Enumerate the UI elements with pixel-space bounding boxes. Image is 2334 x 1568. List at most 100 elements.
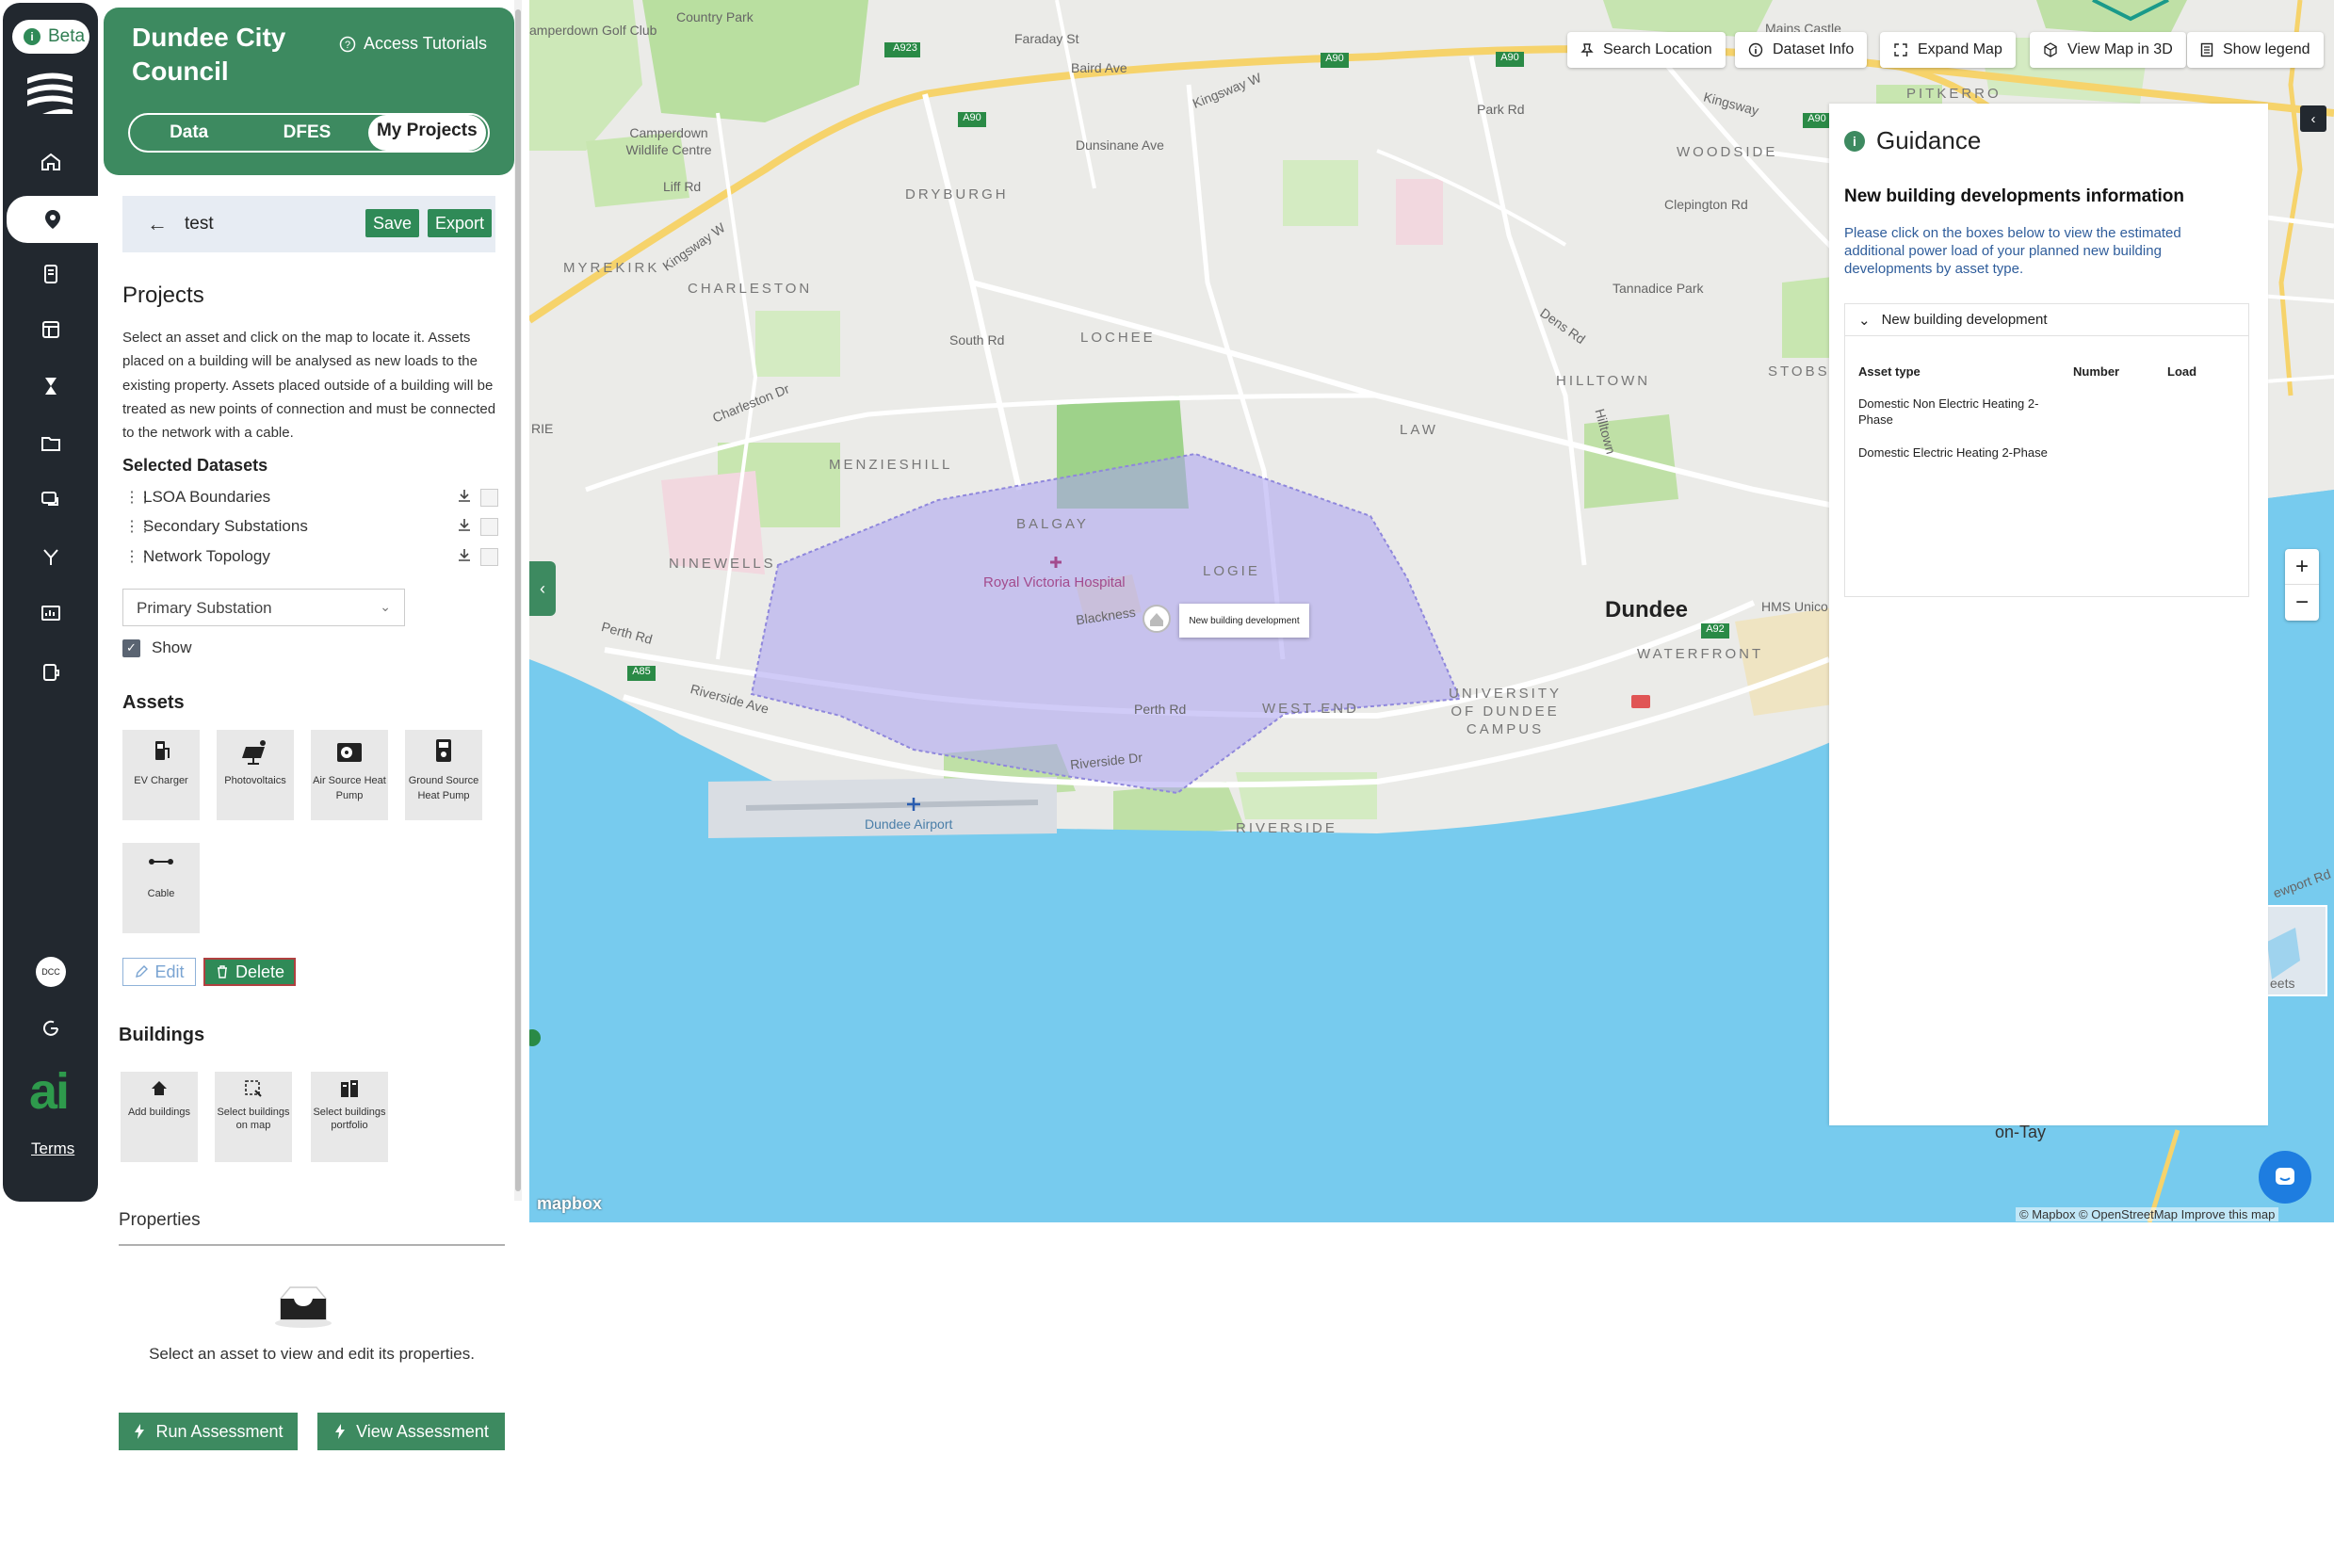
dataset-info-button[interactable]: Dataset Info	[1735, 32, 1868, 68]
map-label: on-Tay	[1995, 1123, 2047, 1141]
checkbox-checked-icon[interactable]: ✓	[122, 639, 140, 657]
road-shield: A85	[632, 666, 651, 677]
map-label: eets	[2270, 976, 2295, 991]
view-3d-button[interactable]: View Map in 3D	[2030, 32, 2186, 68]
zoom-in-button[interactable]: +	[2285, 549, 2319, 585]
asset-air-source-heat-pump[interactable]: Air Source Heat Pump	[311, 730, 388, 820]
chevron-down-icon: ⌄	[380, 599, 391, 614]
chevron-left-icon: ‹	[2310, 110, 2316, 127]
asset-type-cell: Domestic Non Electric Heating 2-Phase	[1858, 396, 2039, 427]
home-icon	[41, 153, 60, 170]
map-label: WATERFRONT	[1637, 646, 1764, 662]
nav-tools[interactable]	[3, 649, 98, 696]
panel-scrollbar[interactable]	[514, 0, 522, 1201]
map-label: NINEWELLS	[669, 556, 776, 572]
collapse-guidance-button[interactable]: ‹	[2300, 105, 2326, 132]
cable-icon	[149, 859, 173, 865]
nav-network[interactable]	[3, 533, 98, 580]
dataset-checkbox[interactable]	[480, 548, 498, 566]
asset-label: Cable	[147, 888, 175, 899]
road-shield: A923	[893, 42, 917, 54]
drag-handle-icon[interactable]: ⋮⋮	[124, 488, 153, 507]
save-button[interactable]: Save	[365, 209, 420, 237]
panel-header: Dundee City Council ? Access Tutorials D…	[104, 8, 514, 175]
toolbar-label: View Map in 3D	[2067, 41, 2173, 57]
accordion-header[interactable]: ⌄ New building development	[1845, 304, 2248, 336]
help-icon: ?	[339, 36, 356, 52]
cube-icon	[2044, 42, 2057, 57]
selected-datasets-title: Selected Datasets	[122, 456, 268, 475]
select-buildings-on-map-tile[interactable]: Select buildings on map	[215, 1072, 292, 1162]
terms-link[interactable]: Terms	[31, 1140, 74, 1158]
map-attribution[interactable]: © Mapbox © OpenStreetMap Improve this ma…	[2016, 1207, 2279, 1221]
map-pin-icon	[44, 210, 60, 229]
map-label: BALGAY	[1016, 516, 1089, 532]
back-arrow-icon[interactable]: ←	[147, 212, 168, 236]
substation-select-value: Primary Substation	[137, 599, 272, 617]
nav-history[interactable]	[3, 363, 98, 410]
download-icon[interactable]	[456, 517, 473, 534]
zoom-out-button[interactable]: −	[2285, 585, 2319, 621]
show-legend-button[interactable]: Show legend	[2187, 32, 2324, 68]
asset-cable[interactable]: Cable	[122, 843, 200, 933]
network-icon	[42, 549, 58, 565]
drag-handle-icon[interactable]: ⋮⋮	[124, 517, 153, 536]
nav-layout[interactable]	[3, 306, 98, 353]
dataset-row[interactable]: ⋮⋮ Network Topology	[124, 543, 501, 570]
nav-dashboard[interactable]	[3, 590, 98, 637]
edit-button[interactable]: Edit	[122, 958, 196, 986]
run-assessment-button[interactable]: Run Assessment	[119, 1413, 298, 1450]
map-label: Clepington Rd	[1664, 197, 1748, 212]
export-button[interactable]: Export	[428, 209, 493, 237]
collapse-panel-button[interactable]: ‹	[529, 561, 556, 616]
dataset-row[interactable]: ⋮⋮ LSOA Boundaries	[124, 484, 501, 510]
tab-dfes[interactable]: DFES	[248, 115, 365, 151]
substation-select[interactable]: Primary Substation ⌄	[122, 589, 405, 626]
view-assessment-label: View Assessment	[356, 1421, 489, 1441]
show-toggle[interactable]: ✓ Show	[122, 639, 192, 657]
number-cell	[2073, 396, 2167, 445]
mapbox-logo[interactable]: mapbox	[537, 1194, 602, 1214]
view-assessment-button[interactable]: View Assessment	[317, 1413, 505, 1450]
chat-launcher-button[interactable]	[2259, 1151, 2311, 1204]
nav-reports[interactable]	[3, 251, 98, 298]
expand-map-button[interactable]: Expand Map	[1880, 32, 2016, 68]
nav-home[interactable]	[3, 138, 98, 186]
map-label: RIVERSIDE	[1236, 820, 1337, 836]
app-rail: i Beta DCC ai Terms	[3, 3, 98, 1202]
tab-my-projects[interactable]: My Projects	[367, 115, 486, 151]
asset-ev-charger[interactable]: EV Charger	[122, 730, 200, 820]
asset-ground-source-heat-pump[interactable]: Ground Source Heat Pump	[405, 730, 482, 820]
properties-divider	[119, 1244, 505, 1246]
development-callout[interactable]: New building development	[1179, 604, 1309, 638]
dataset-checkbox[interactable]	[480, 518, 498, 536]
download-icon[interactable]	[456, 488, 473, 505]
map-label: Country Park	[676, 9, 754, 24]
nav-folders[interactable]	[3, 420, 98, 467]
nav-refresh[interactable]	[3, 1005, 98, 1052]
map-canvas[interactable]: Country Park amperdown Golf Club Faraday…	[529, 0, 2334, 1222]
dataset-checkbox[interactable]	[480, 489, 498, 507]
nav-map[interactable]	[7, 196, 98, 243]
avatar[interactable]: DCC	[36, 957, 66, 987]
info-icon: i	[24, 28, 41, 45]
show-label: Show	[152, 639, 192, 656]
nav-chat[interactable]	[3, 477, 98, 524]
ground-pump-icon	[436, 739, 451, 762]
download-icon[interactable]	[456, 547, 473, 564]
building-action-label: Select buildings portfolio	[313, 1107, 386, 1131]
scrollbar-thumb[interactable]	[515, 9, 521, 1191]
delete-button[interactable]: Delete	[203, 958, 296, 986]
map-label: Park Rd	[1477, 102, 1525, 117]
dataset-row[interactable]: ⋮⋮ Secondary Substations	[124, 513, 501, 540]
tab-data[interactable]: Data	[130, 115, 248, 151]
drag-handle-icon[interactable]: ⋮⋮	[124, 547, 153, 566]
access-tutorials-link[interactable]: ? Access Tutorials	[339, 34, 487, 54]
select-buildings-portfolio-tile[interactable]: Select buildings portfolio	[311, 1072, 388, 1162]
toolbar-label: Expand Map	[1918, 41, 2002, 57]
asset-photovoltaics[interactable]: Photovoltaics	[217, 730, 294, 820]
column-header: Number	[2073, 364, 2120, 379]
search-location-button[interactable]: Search Location	[1567, 32, 1726, 68]
add-buildings-tile[interactable]: Add buildings	[121, 1072, 198, 1162]
legend-icon	[2200, 42, 2213, 57]
